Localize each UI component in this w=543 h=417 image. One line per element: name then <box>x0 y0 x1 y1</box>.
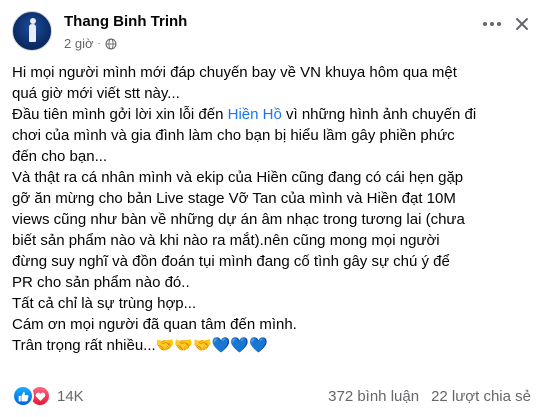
post-line: chơi của mình và gia đình làm cho bạn bị… <box>12 127 455 144</box>
post-text: Trân trọng rất nhiều... <box>12 337 156 354</box>
facebook-post: Thang Binh Trinh 2 giờ · Hi mọi người mì… <box>0 0 543 417</box>
post-line: gỡ ăn mừng cho bản Live stage Vỡ Tan của… <box>12 190 456 207</box>
post-line: đừng suy nghĩ và đồn đoán tụi mình đang … <box>12 253 450 270</box>
post-line: Tất cả chỉ là sự trùng hợp... <box>12 295 197 312</box>
post-line: Và thật ra cá nhân mình và ekip của Hiền… <box>12 169 464 186</box>
reactions-summary[interactable]: 14K <box>12 385 84 407</box>
author-avatar[interactable] <box>12 11 52 51</box>
close-button[interactable] <box>508 10 536 38</box>
author-name[interactable]: Thang Binh Trinh <box>64 13 187 30</box>
post-line: quá giờ mới viết stt này... <box>12 85 180 102</box>
post-line: Đầu tiên mình gởi lời xin lỗi đến Hiền H… <box>12 104 527 125</box>
blue-heart-emoji: 💙💙💙 <box>211 337 268 354</box>
post-line: đến cho bạn... <box>12 148 108 165</box>
handshake-emoji: 🤝🤝🤝 <box>155 337 212 354</box>
post-text: vì những hình ảnh chuyến đi <box>281 106 477 123</box>
more-options-button[interactable] <box>480 12 504 36</box>
shares-count[interactable]: 22 lượt chia sẻ <box>431 388 531 405</box>
post-footer: 14K 372 bình luận 22 lượt chia sẻ <box>12 384 531 408</box>
post-time[interactable]: 2 giờ <box>64 36 94 51</box>
like-icon <box>12 385 34 407</box>
post-line: PR cho sản phẩm nào đó.. <box>12 274 190 291</box>
more-horizontal-icon <box>483 22 487 26</box>
post-text: Đầu tiên mình gởi lời xin lỗi đến <box>12 106 228 123</box>
avatar-figure <box>29 18 36 42</box>
post-line: Hi mọi người mình mới đáp chuyến bay về … <box>12 64 457 81</box>
comments-count[interactable]: 372 bình luận <box>328 388 419 405</box>
post-meta: 2 giờ · <box>64 36 117 51</box>
meta-separator: · <box>97 38 101 49</box>
post-line: biết sản phẩm nào và khi nào ra mắt).nên… <box>12 232 440 249</box>
close-icon <box>516 18 528 30</box>
mention-link[interactable]: Hiền Hồ <box>228 106 282 123</box>
globe-icon[interactable] <box>105 38 117 50</box>
post-line: Trân trọng rất nhiều...🤝🤝🤝💙💙💙 <box>12 335 527 356</box>
post-body: Hi mọi người mình mới đáp chuyến bay về … <box>12 62 527 356</box>
post-line: views cũng như bàn về những dự án âm nhạ… <box>12 211 465 228</box>
reaction-count: 14K <box>57 387 84 405</box>
post-line: Cám ơn mọi người đã quan tâm đến mình. <box>12 316 297 333</box>
